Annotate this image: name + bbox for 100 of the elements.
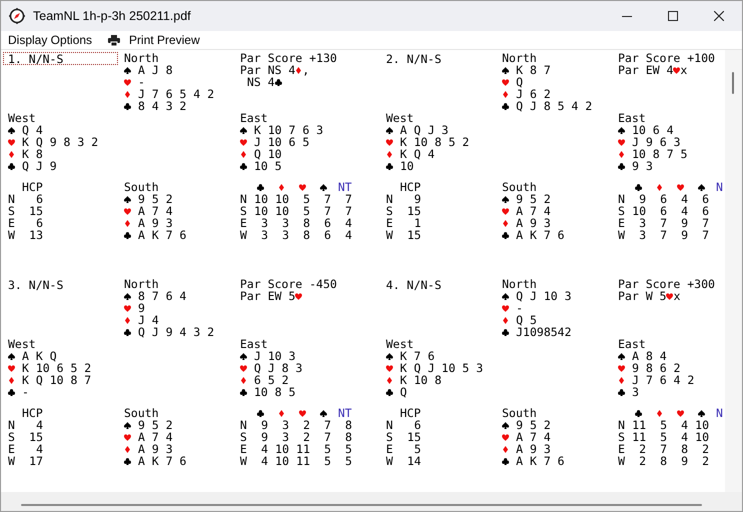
heart-icon <box>299 408 306 418</box>
spade-icon <box>124 194 131 204</box>
table-cell-text: 2 <box>638 455 646 467</box>
table-cell-text: 5 <box>323 455 331 467</box>
heart-icon <box>124 78 131 86</box>
table-cell-text: 9 <box>413 193 421 205</box>
card-list: 9 5 2 <box>516 193 551 205</box>
heart-icon <box>124 304 131 312</box>
table-cell-text: 6 <box>323 217 331 229</box>
table-cell-text: 8 <box>344 419 352 431</box>
vertical-scrollbar[interactable] <box>725 50 742 492</box>
table-cell-text: 7 <box>659 229 667 241</box>
heart-icon <box>673 66 680 74</box>
seat-label: South <box>502 407 538 419</box>
table-cell-text: 2 <box>302 431 310 443</box>
seat-label: W <box>618 455 625 467</box>
diamond-icon <box>502 316 509 324</box>
contract-text: x <box>680 64 688 76</box>
card-list: A K 7 6 <box>516 229 564 241</box>
seat-label: E <box>618 217 625 229</box>
club-icon <box>386 388 393 396</box>
club-icon <box>618 162 625 170</box>
seat-label: E <box>618 443 625 455</box>
table-cell-text: 5 <box>302 193 310 205</box>
diamond-icon <box>278 182 285 192</box>
table-cell-text: 10 <box>694 431 709 443</box>
table-cell-text: 4 <box>680 205 688 217</box>
table-cell-text: 7 <box>323 205 331 217</box>
menu-item[interactable]: Display Options <box>4 31 96 49</box>
table-cell-text: 4 <box>35 419 43 431</box>
card-list: 10 8 5 <box>254 386 296 398</box>
seat-label: S <box>240 431 247 443</box>
column-header: HCP <box>399 407 421 419</box>
diamond-icon <box>386 150 393 158</box>
card-list: - <box>22 386 29 398</box>
close-icon <box>714 11 724 21</box>
horizontal-scrollbar[interactable] <box>21 504 702 506</box>
table-cell-text: 15 <box>28 205 43 217</box>
card-list: Q 10 <box>254 148 282 160</box>
par-score: Par Score +130 <box>240 52 338 64</box>
seat-label: West <box>386 112 415 124</box>
card-list: 10 <box>400 160 414 172</box>
table-cell-text: 9 <box>260 419 268 431</box>
seat-label: N <box>618 193 625 205</box>
table-cell-text: 13 <box>28 229 43 241</box>
seat-label: E <box>386 443 393 455</box>
club-icon <box>635 408 642 418</box>
table-cell-text: 4 <box>344 229 352 241</box>
scrollbar-thumb[interactable] <box>732 72 734 94</box>
card-list: Q <box>516 76 523 88</box>
spade-icon <box>502 194 509 204</box>
seat-label: N <box>8 419 15 431</box>
card-list: K 8 <box>22 148 43 160</box>
seat-label: North <box>124 52 160 64</box>
table-cell-text: 15 <box>28 431 43 443</box>
card-list: 9 3 <box>632 160 653 172</box>
card-list: 6 5 2 <box>254 374 289 386</box>
diamond-icon <box>618 150 625 158</box>
table-cell-text: 10 <box>274 193 289 205</box>
seat-label: West <box>386 338 415 350</box>
seat-label: W <box>8 229 15 241</box>
spade-icon <box>240 352 247 360</box>
table-cell-text: 3 <box>260 217 268 229</box>
board-header[interactable]: 4. N/N-S <box>381 278 496 291</box>
club-icon <box>257 408 264 418</box>
table-cell-text: 5 <box>302 205 310 217</box>
print-preview-button[interactable]: Print Preview <box>104 31 204 49</box>
table-cell-text: 3 <box>638 229 646 241</box>
table-cell-text: 6 <box>35 193 43 205</box>
seat-label: South <box>124 181 160 193</box>
board-header[interactable]: 1. N/N-S <box>3 52 118 65</box>
card-list: K 10 8 <box>400 374 442 386</box>
board-header[interactable]: 2. N/N-S <box>381 52 496 65</box>
spade-icon <box>240 126 247 134</box>
club-icon <box>257 182 264 192</box>
contract-text: Par EW 5 <box>240 290 296 302</box>
card-list: 10 6 4 <box>632 124 674 136</box>
seat-label: E <box>386 217 393 229</box>
card-list: A 8 4 <box>632 350 667 362</box>
diamond-icon <box>502 218 509 228</box>
club-icon <box>386 162 393 170</box>
seat-label: S <box>386 205 393 217</box>
seat-label: N <box>386 193 393 205</box>
table-cell-text: 6 <box>413 419 421 431</box>
table-cell-text: 7 <box>659 443 667 455</box>
table-cell-text: 3 <box>260 229 268 241</box>
board-header[interactable]: 3. N/N-S <box>3 278 118 291</box>
table-cell-text: 4 <box>35 443 43 455</box>
table-cell-text: 10 <box>253 205 268 217</box>
table-cell-text: 4 <box>344 217 352 229</box>
par-score: Par Score +300 <box>618 278 716 290</box>
window-title: TeamNL 1h-p-3h 250211.pdf <box>33 9 192 23</box>
table-cell-text: 9 <box>680 229 688 241</box>
card-list: J1098542 <box>516 326 572 338</box>
seat-label: West <box>8 112 37 124</box>
seat-label: W <box>240 455 247 467</box>
spade-icon <box>618 352 625 360</box>
diamond-icon <box>240 376 247 384</box>
card-list: K 8 7 <box>516 64 551 76</box>
club-icon <box>124 328 131 336</box>
